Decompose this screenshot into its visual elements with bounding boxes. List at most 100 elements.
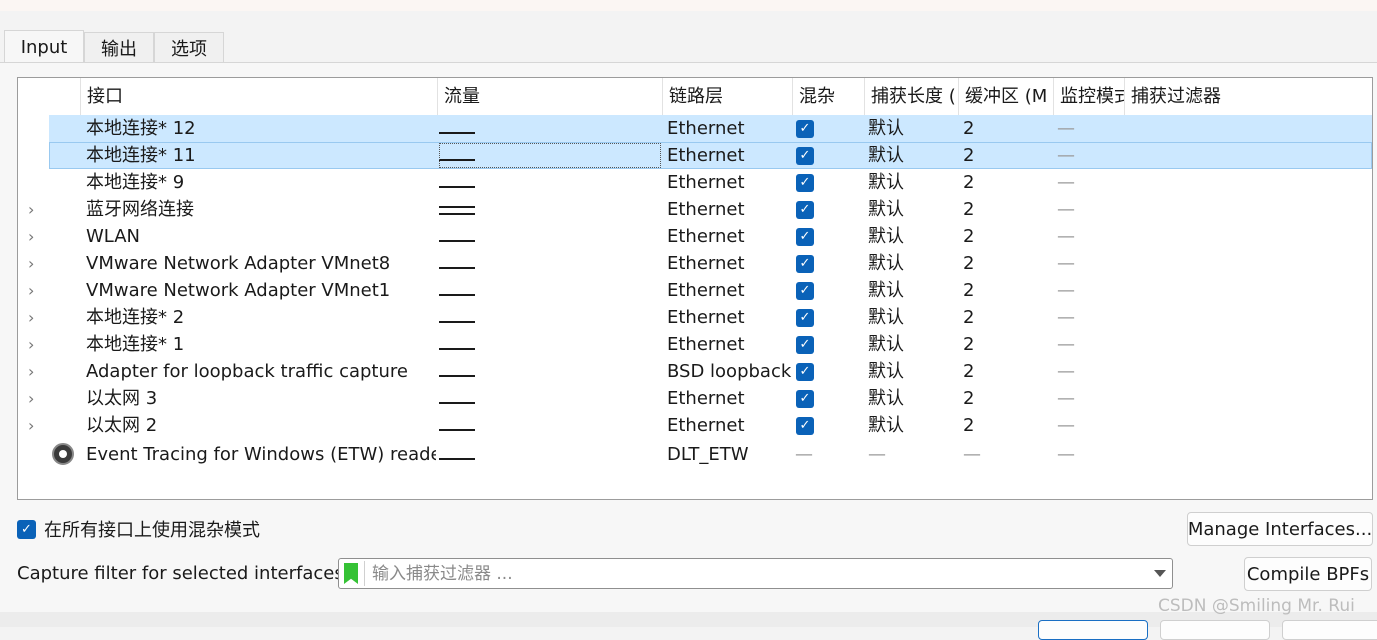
buffer-value[interactable]: 2 (963, 142, 1048, 169)
promiscuous-all-label: 在所有接口上使用混杂模式 (44, 520, 260, 541)
bookmark-icon[interactable] (344, 563, 358, 584)
snaplen-value[interactable]: 默认 (868, 412, 956, 439)
table-row[interactable]: Event Tracing for Windows (ETW) reader DL… (18, 441, 1372, 468)
traffic-sparkline (439, 213, 475, 215)
footer-button-primary[interactable] (1038, 620, 1148, 640)
link-layer: Ethernet (667, 226, 745, 247)
table-row[interactable]: › VMware Network Adapter VMnet8 Ethernet ✓ 默… (18, 250, 1372, 277)
footer-button[interactable] (1282, 620, 1377, 640)
monitor-mode-value: — (1057, 280, 1075, 301)
snaplen-value[interactable]: 默认 (868, 223, 956, 250)
interface-name: Adapter for loopback traffic capture (86, 361, 408, 382)
table-row[interactable]: › WLAN Ethernet ✓ 默认 2 — (18, 223, 1372, 250)
chevron-right-icon[interactable]: › (28, 385, 42, 412)
table-row[interactable]: › 本地连接* 1 Ethernet ✓ 默认 2 — (18, 331, 1372, 358)
tab-options[interactable]: 选项 (154, 32, 224, 62)
snaplen-value[interactable]: 默认 (868, 169, 956, 196)
monitor-mode-value: — (1057, 172, 1075, 193)
buffer-value[interactable]: — (963, 441, 1048, 468)
chevron-right-icon[interactable]: › (28, 250, 42, 277)
capture-filter-input[interactable] (370, 561, 1130, 586)
buffer-value[interactable]: 2 (963, 223, 1048, 250)
promiscuous-checkbox[interactable]: ✓ (796, 336, 814, 354)
snaplen-value[interactable]: 默认 (868, 115, 956, 142)
snaplen-value[interactable]: 默认 (868, 358, 956, 385)
snaplen-value[interactable]: — (868, 441, 956, 468)
interface-name: 本地连接* 11 (86, 145, 196, 166)
chevron-right-icon[interactable]: › (28, 331, 42, 358)
promiscuous-checkbox[interactable]: ✓ (796, 417, 814, 435)
capture-filter-combobox[interactable] (338, 558, 1173, 589)
buffer-value[interactable]: 2 (963, 331, 1048, 358)
column-header-monitor-mode[interactable]: 监控模式 (1053, 78, 1124, 115)
link-layer: BSD loopback (667, 361, 792, 382)
buffer-value[interactable]: 2 (963, 277, 1048, 304)
manage-interfaces-button[interactable]: Manage Interfaces... (1187, 512, 1373, 546)
buffer-value[interactable]: 2 (963, 115, 1048, 142)
snaplen-value[interactable]: 默认 (868, 331, 956, 358)
promiscuous-checkbox[interactable]: ✓ (796, 228, 814, 246)
column-header-snaplen[interactable]: 捕获长度 ( (864, 78, 958, 115)
column-header-interface[interactable]: 接口 (80, 78, 437, 115)
chevron-right-icon[interactable]: › (28, 277, 42, 304)
chevron-right-icon[interactable]: › (28, 196, 42, 223)
promiscuous-checkbox[interactable]: ✓ (796, 363, 814, 381)
monitor-mode-value: — (1057, 199, 1075, 220)
footer-button[interactable] (1160, 620, 1270, 640)
promiscuous-checkbox[interactable]: ✓ (796, 255, 814, 273)
table-row[interactable]: › Adapter for loopback traffic capture BSD… (18, 358, 1372, 385)
table-row[interactable]: › 本地连接* 2 Ethernet ✓ 默认 2 — (18, 304, 1372, 331)
chevron-right-icon[interactable]: › (28, 358, 42, 385)
promiscuous-checkbox[interactable]: ✓ (796, 282, 814, 300)
buffer-value[interactable]: 2 (963, 385, 1048, 412)
checkmark-icon[interactable]: ✓ (17, 519, 36, 539)
interface-name: 以太网 3 (86, 388, 158, 409)
column-header-capture-filter[interactable]: 捕获过滤器 (1124, 78, 1372, 115)
table-row[interactable]: › 以太网 2 Ethernet ✓ 默认 2 — (18, 412, 1372, 439)
table-row[interactable]: › 蓝牙网络连接 Ethernet ✓ 默认 2 — (18, 196, 1372, 223)
divider (364, 561, 365, 586)
snaplen-value[interactable]: 默认 (868, 250, 956, 277)
chevron-right-icon[interactable]: › (28, 304, 42, 331)
promiscuous-checkbox[interactable]: ✓ (796, 147, 814, 165)
promiscuous-checkbox[interactable]: ✓ (796, 309, 814, 327)
promiscuous-checkbox[interactable]: ✓ (796, 174, 814, 192)
compile-bpfs-button[interactable]: Compile BPFs (1244, 557, 1372, 591)
chevron-right-icon[interactable]: › (28, 223, 42, 250)
tab-input[interactable]: Input (4, 30, 84, 63)
chevron-down-icon[interactable] (1154, 570, 1166, 577)
table-row[interactable]: 本地连接* 9 Ethernet ✓ 默认 2 — (18, 169, 1372, 196)
interface-name: VMware Network Adapter VMnet8 (86, 253, 391, 274)
interfaces-table[interactable]: 接口 流量 链路层 混杂 捕获长度 ( 缓冲区 (M 监控模式 捕获过滤器 本地… (17, 77, 1373, 500)
buffer-value[interactable]: 2 (963, 304, 1048, 331)
snaplen-value[interactable]: 默认 (868, 196, 956, 223)
traffic-sparkline (439, 240, 475, 242)
chevron-right-icon[interactable]: › (28, 412, 42, 439)
buffer-value[interactable]: 2 (963, 412, 1048, 439)
table-row[interactable]: 本地连接* 11 Ethernet ✓ 默认 2 — (49, 142, 1372, 169)
traffic-sparkline (439, 429, 475, 431)
promiscuous-checkbox[interactable]: ✓ (796, 201, 814, 219)
column-header-buffer[interactable]: 缓冲区 (M (958, 78, 1053, 115)
buffer-value[interactable]: 2 (963, 358, 1048, 385)
tab-output[interactable]: 输出 (84, 32, 154, 62)
promiscuous-checkbox[interactable]: ✓ (796, 390, 814, 408)
buffer-value[interactable]: 2 (963, 250, 1048, 277)
interface-name: 以太网 2 (86, 415, 158, 436)
traffic-sparkline (439, 267, 475, 269)
column-header-link-layer[interactable]: 链路层 (662, 78, 792, 115)
snaplen-value[interactable]: 默认 (868, 142, 956, 169)
column-header-traffic[interactable]: 流量 (437, 78, 662, 115)
table-row[interactable]: › VMware Network Adapter VMnet1 Ethernet ✓ 默… (18, 277, 1372, 304)
promiscuous-all-checkbox[interactable]: ✓ 在所有接口上使用混杂模式 (17, 517, 260, 541)
snaplen-value[interactable]: 默认 (868, 277, 956, 304)
table-row[interactable]: › 以太网 3 Ethernet ✓ 默认 2 — (18, 385, 1372, 412)
table-row[interactable]: 本地连接* 12 Ethernet ✓ 默认 2 — (49, 115, 1372, 142)
promiscuous-checkbox[interactable]: ✓ (796, 120, 814, 138)
buffer-value[interactable]: 2 (963, 196, 1048, 223)
traffic-sparkline (439, 348, 475, 350)
snaplen-value[interactable]: 默认 (868, 304, 956, 331)
buffer-value[interactable]: 2 (963, 169, 1048, 196)
column-header-promiscuous[interactable]: 混杂 (792, 78, 864, 115)
snaplen-value[interactable]: 默认 (868, 385, 956, 412)
